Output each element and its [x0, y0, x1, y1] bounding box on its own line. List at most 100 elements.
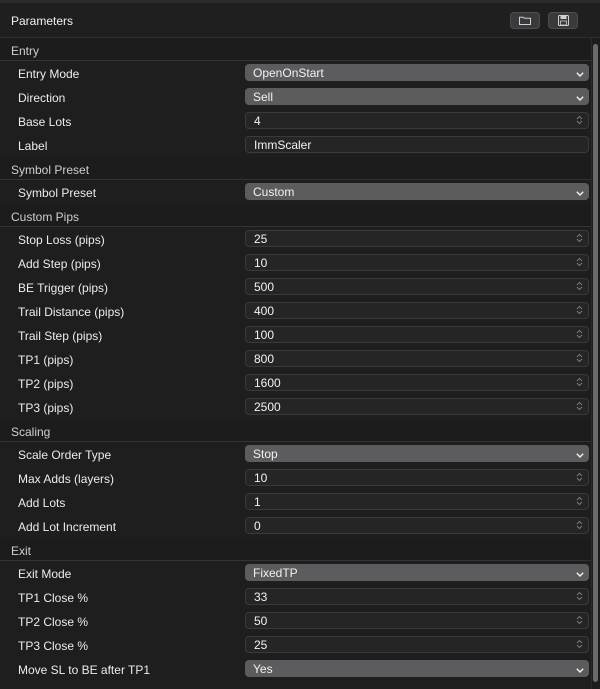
param-row-scale-order-type: Scale Order Type Stop [0, 442, 591, 466]
be-trigger-pips-value: 500 [254, 279, 275, 294]
entry-mode-dropdown[interactable]: OpenOnStart [245, 64, 589, 81]
open-folder-button[interactable] [510, 12, 540, 29]
param-label-add-lots: Add Lots [18, 496, 66, 510]
section-header-entry: Entry [0, 38, 591, 61]
param-label-scale-order-type: Scale Order Type [18, 448, 112, 462]
panel-title: Parameters [11, 14, 74, 28]
param-row-tp2-close: TP2 Close % 50 [0, 609, 591, 633]
label-input[interactable]: ImmScaler [245, 136, 589, 153]
scrollbar-thumb[interactable] [593, 44, 598, 682]
param-row-stop-loss-pips: Stop Loss (pips) 25 [0, 227, 591, 251]
chevron-down-icon [576, 447, 584, 461]
chevron-down-icon [576, 90, 584, 104]
stepper-arrows-icon[interactable] [576, 614, 583, 628]
param-label-tp2-close: TP2 Close % [18, 615, 89, 629]
param-label-tp3-close: TP3 Close % [18, 639, 89, 653]
symbol-preset-dropdown[interactable]: Custom [245, 183, 589, 200]
stepper-arrows-icon[interactable] [576, 304, 583, 318]
param-label-trail-distance-pips: Trail Distance (pips) [18, 305, 125, 319]
tp2-pips-value: 1600 [254, 375, 281, 390]
tp1-close-input[interactable]: 33 [245, 588, 589, 605]
direction-value: Sell [253, 89, 274, 104]
param-row-be-trigger-pips: BE Trigger (pips) 500 [0, 275, 591, 299]
be-trigger-pips-input[interactable]: 500 [245, 278, 589, 295]
param-row-tp2-pips: TP2 (pips) 1600 [0, 371, 591, 395]
add-lots-input[interactable]: 1 [245, 493, 589, 510]
param-row-base-lots: Base Lots 4 [0, 109, 591, 133]
tp1-pips-input[interactable]: 800 [245, 350, 589, 367]
param-label-add-step-pips: Add Step (pips) [18, 257, 101, 271]
param-label-tp1-close: TP1 Close % [18, 591, 89, 605]
save-button[interactable] [548, 12, 578, 29]
param-row-trail-step-pips: Trail Step (pips) 100 [0, 323, 591, 347]
parameter-list: Entry Entry Mode OpenOnStart Direction Sell B… [0, 38, 591, 681]
tp3-close-input[interactable]: 25 [245, 636, 589, 653]
stepper-arrows-icon[interactable] [576, 471, 583, 485]
trail-step-pips-input[interactable]: 100 [245, 326, 589, 343]
section-header-scaling: Scaling [0, 419, 591, 442]
exit-mode-dropdown[interactable]: FixedTP [245, 564, 589, 581]
section-header-symbol-preset: Symbol Preset [0, 157, 591, 180]
param-label-tp2-pips: TP2 (pips) [18, 377, 74, 391]
param-label-base-lots: Base Lots [18, 115, 72, 129]
stepper-arrows-icon[interactable] [576, 495, 583, 509]
param-label-add-lot-increment: Add Lot Increment [18, 520, 117, 534]
param-row-entry-mode: Entry Mode OpenOnStart [0, 61, 591, 85]
trail-step-pips-value: 100 [254, 327, 275, 342]
add-step-pips-input[interactable]: 10 [245, 254, 589, 271]
param-row-add-step-pips: Add Step (pips) 10 [0, 251, 591, 275]
tp3-pips-input[interactable]: 2500 [245, 398, 589, 415]
stepper-arrows-icon[interactable] [576, 376, 583, 390]
param-row-max-adds-layers: Max Adds (layers) 10 [0, 466, 591, 490]
stepper-arrows-icon[interactable] [576, 328, 583, 342]
add-lot-increment-input[interactable]: 0 [245, 517, 589, 534]
param-row-add-lot-increment: Add Lot Increment 0 [0, 514, 591, 538]
label-value: ImmScaler [254, 137, 312, 152]
move-sl-to-be-after-tp1-dropdown[interactable]: Yes [245, 660, 589, 677]
param-row-tp1-pips: TP1 (pips) 800 [0, 347, 591, 371]
param-label-max-adds-layers: Max Adds (layers) [18, 472, 115, 486]
base-lots-input[interactable]: 4 [245, 112, 589, 129]
stepper-arrows-icon[interactable] [576, 114, 583, 128]
tp2-close-input[interactable]: 50 [245, 612, 589, 629]
stepper-arrows-icon[interactable] [576, 280, 583, 294]
stepper-arrows-icon[interactable] [576, 400, 583, 414]
scale-order-type-dropdown[interactable]: Stop [245, 445, 589, 462]
stepper-arrows-icon[interactable] [576, 519, 583, 533]
direction-dropdown[interactable]: Sell [245, 88, 589, 105]
exit-mode-value: FixedTP [253, 565, 298, 580]
param-row-label: Label ImmScaler [0, 133, 591, 157]
param-label-trail-step-pips: Trail Step (pips) [18, 329, 103, 343]
save-icon [557, 15, 569, 26]
param-label-label: Label [18, 139, 48, 153]
move-sl-to-be-after-tp1-value: Yes [253, 661, 273, 676]
tp3-pips-value: 2500 [254, 399, 281, 414]
chevron-down-icon [576, 66, 584, 80]
stepper-arrows-icon[interactable] [576, 638, 583, 652]
param-row-tp3-pips: TP3 (pips) 2500 [0, 395, 591, 419]
param-row-move-sl-to-be-after-tp1: Move SL to BE after TP1 Yes [0, 657, 591, 681]
param-row-exit-mode: Exit Mode FixedTP [0, 561, 591, 585]
param-label-be-trigger-pips: BE Trigger (pips) [18, 281, 109, 295]
param-label-move-sl-to-be-after-tp1: Move SL to BE after TP1 [18, 663, 151, 677]
chevron-down-icon [576, 662, 584, 676]
stepper-arrows-icon[interactable] [576, 352, 583, 366]
param-row-tp3-close: TP3 Close % 25 [0, 633, 591, 657]
stop-loss-pips-input[interactable]: 25 [245, 230, 589, 247]
stepper-arrows-icon[interactable] [576, 256, 583, 270]
trail-distance-pips-input[interactable]: 400 [245, 302, 589, 319]
stepper-arrows-icon[interactable] [576, 232, 583, 246]
param-row-symbol-preset: Symbol Preset Custom [0, 180, 591, 204]
chevron-down-icon [576, 566, 584, 580]
section-header-custom-pips: Custom Pips [0, 204, 591, 227]
param-row-tp1-close: TP1 Close % 33 [0, 585, 591, 609]
base-lots-value: 4 [254, 113, 261, 128]
trail-distance-pips-value: 400 [254, 303, 275, 318]
tp1-close-value: 33 [254, 589, 268, 604]
tp2-pips-input[interactable]: 1600 [245, 374, 589, 391]
param-label-stop-loss-pips: Stop Loss (pips) [18, 233, 105, 247]
max-adds-layers-input[interactable]: 10 [245, 469, 589, 486]
entry-mode-value: OpenOnStart [253, 65, 324, 80]
stepper-arrows-icon[interactable] [576, 590, 583, 604]
param-label-direction: Direction [18, 91, 66, 105]
